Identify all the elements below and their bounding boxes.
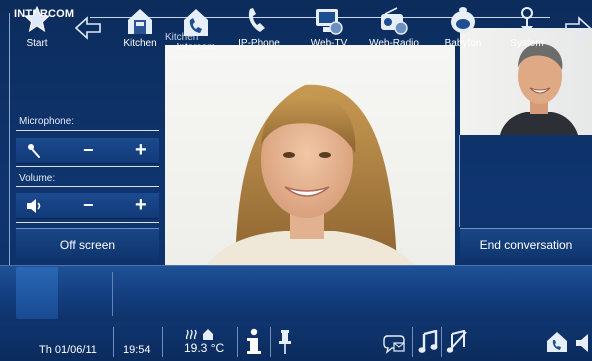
caller-portrait (205, 84, 417, 267)
main-video-feed (165, 45, 455, 267)
system-icon (521, 7, 533, 34)
navigation-bar (0, 265, 592, 321)
volume-decrease-button[interactable]: − (83, 196, 94, 214)
status-separator (162, 327, 163, 357)
microphone-icon (28, 144, 40, 158)
previous-page-button[interactable] (72, 0, 104, 56)
next-page-button[interactable] (562, 0, 592, 56)
babyfon-icon (451, 7, 475, 33)
microphone-bottom-divider (16, 166, 159, 167)
start-tile[interactable] (16, 267, 58, 319)
mute-icon[interactable] (446, 330, 468, 354)
nav-system[interactable]: System (500, 0, 554, 56)
arrow-right-icon (565, 16, 592, 40)
volume-divider (16, 186, 159, 187)
volume-increase-button[interactable]: + (135, 195, 147, 215)
status-separator (237, 327, 238, 357)
music-note-icon[interactable] (418, 330, 438, 354)
nav-separator (112, 272, 113, 316)
info-icon[interactable] (245, 328, 263, 356)
volume-label: Volume: (19, 173, 56, 184)
nav-intercom-label: Intercom (176, 42, 216, 53)
speaker-status-icon[interactable] (575, 333, 592, 353)
nav-ip-phone[interactable]: IP-Phone (234, 0, 284, 56)
star-icon (24, 6, 50, 32)
microphone-increase-button[interactable]: + (135, 140, 147, 160)
nav-kitchen[interactable]: Kitchen (116, 0, 164, 56)
microphone-decrease-button[interactable]: − (83, 141, 94, 159)
volume-control: − + (16, 193, 159, 219)
nav-web-tv[interactable]: Web-TV (302, 0, 356, 56)
house-phone-icon[interactable] (545, 330, 569, 354)
nav-intercom[interactable]: Intercom (171, 0, 221, 56)
microphone-label: Microphone: (19, 116, 75, 127)
nav-web-radio-label: Web-Radio (369, 38, 419, 49)
web-radio-icon (381, 7, 408, 35)
kitchen-icon (128, 9, 152, 34)
end-conversation-button[interactable]: End conversation (460, 228, 592, 260)
speaker-icon (27, 199, 41, 213)
nav-babyfon-label: Babyfon (444, 38, 482, 49)
pin-icon[interactable] (278, 329, 292, 355)
nav-babyfon[interactable]: Babyfon (437, 0, 489, 56)
volume-bottom-divider (16, 222, 159, 223)
status-separator (441, 327, 442, 357)
right-frame-line (459, 135, 460, 227)
nav-web-radio[interactable]: Web-Radio (365, 0, 423, 56)
microphone-control: − + (16, 138, 159, 164)
left-frame-line (9, 13, 10, 265)
microphone-divider (16, 130, 159, 131)
web-tv-icon (316, 9, 343, 35)
status-separator (412, 327, 413, 357)
status-temperature: 19.3 °C (184, 341, 225, 355)
nav-web-tv-label: Web-TV (310, 38, 348, 49)
nav-kitchen-label: Kitchen (123, 38, 157, 49)
status-date: Th 01/06/11 (39, 344, 97, 356)
phone-icon (248, 8, 265, 32)
nav-start[interactable]: Start (16, 0, 58, 56)
arrow-left-icon (74, 16, 101, 40)
message-icon[interactable] (383, 334, 407, 354)
intercom-screen: INTERCOM Microphone: − + Volume: − + Off… (0, 0, 592, 361)
status-time: 19:54 (123, 344, 151, 356)
nav-start-label: Start (26, 38, 48, 49)
status-separator (113, 327, 114, 357)
heating-icon (185, 329, 213, 340)
nav-system-label: System (510, 38, 544, 49)
status-separator (270, 327, 271, 357)
nav-ip-phone-label: IP-Phone (238, 38, 280, 49)
intercom-icon (184, 9, 208, 36)
off-screen-button[interactable]: Off screen (16, 228, 159, 260)
